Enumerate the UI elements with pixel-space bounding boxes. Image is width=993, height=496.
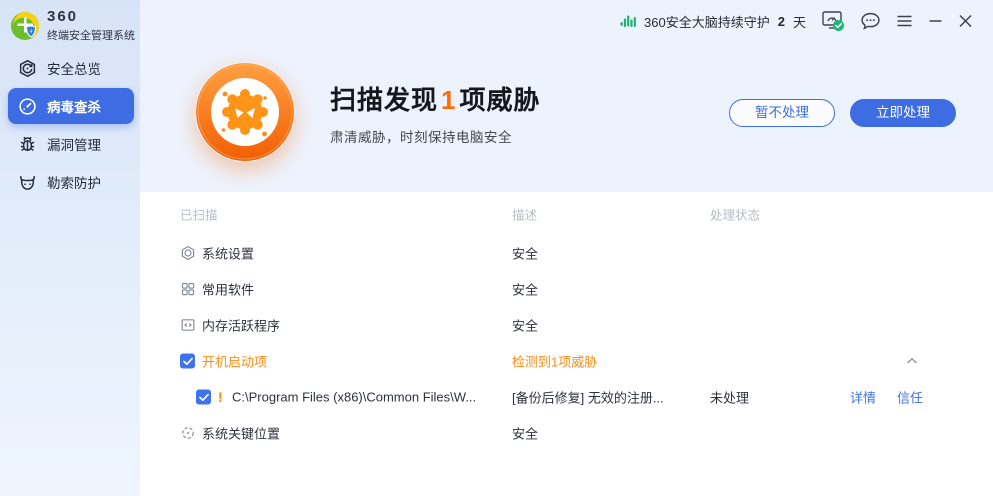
collapse-chevron-up-icon[interactable] xyxy=(906,357,918,365)
row-description: 安全 xyxy=(512,244,538,263)
ransomware-mask-icon xyxy=(18,173,37,192)
memory-process-icon xyxy=(180,317,196,333)
logo-icon xyxy=(10,11,40,41)
security-brain-status: 360安全大脑持续守护 2天 xyxy=(620,12,806,31)
title-suffix: 项威胁 xyxy=(459,85,540,115)
bug-icon xyxy=(18,135,37,154)
virus-scan-icon xyxy=(18,97,37,116)
protection-days: 2 xyxy=(778,14,785,29)
menu-icon[interactable] xyxy=(896,14,913,28)
hero-actions: 暂不处理 立即处理 xyxy=(729,99,956,127)
scan-result-title: 扫描发现1项威胁 xyxy=(330,80,541,117)
row-label[interactable]: 开机启动项 xyxy=(202,352,267,371)
system-settings-icon xyxy=(180,245,196,261)
sidebar-item-label: 勒索防护 xyxy=(47,172,101,192)
feedback-bubble-icon[interactable] xyxy=(860,11,881,31)
column-header-scanned: 已扫描 xyxy=(180,204,218,223)
table-row: 内存活跃程序 安全 xyxy=(140,307,993,343)
title-prefix: 扫描发现 xyxy=(330,85,438,115)
sidebar-item-label: 漏洞管理 xyxy=(47,134,101,154)
scan-results-table: 已扫描 描述 处理状态 系统设置 安全 xyxy=(140,192,993,496)
row-description: 检测到1项威胁 xyxy=(512,352,597,371)
threat-emblem-icon xyxy=(195,62,295,162)
threat-item-checkbox[interactable] xyxy=(196,390,211,405)
row-description: 安全 xyxy=(512,424,538,443)
sidebar-item-overview[interactable]: 安全总览 xyxy=(8,50,134,86)
startup-items-checkbox[interactable] xyxy=(180,354,195,369)
scan-result-subtitle: 肃清威胁，时刻保持电脑安全 xyxy=(330,126,512,146)
sidebar-item-ransomware[interactable]: 勒索防护 xyxy=(8,164,134,200)
table-header: 已扫描 描述 处理状态 xyxy=(140,192,993,235)
sidebar-item-virus-scan[interactable]: 病毒查杀 xyxy=(8,88,134,124)
table-row-threat-item: ! C:\Program Files (x86)\Common Files\W.… xyxy=(140,379,993,415)
row-label: 系统关键位置 xyxy=(202,424,280,443)
security-overview-icon xyxy=(18,59,37,78)
sidebar-nav: 安全总览 病毒查杀 xyxy=(0,50,140,200)
table-row: 系统设置 安全 xyxy=(140,235,993,271)
system-critical-location-icon xyxy=(180,425,196,441)
close-icon[interactable] xyxy=(958,14,973,28)
sidebar: 360 终端安全管理系统 安全总览 xyxy=(0,0,140,496)
common-software-icon xyxy=(180,281,196,297)
table-row-threat-category: 开机启动项 检测到1项威胁 xyxy=(140,343,993,379)
handle-now-button[interactable]: 立即处理 xyxy=(850,99,956,127)
threat-status: 未处理 xyxy=(710,388,749,407)
main-content: 360安全大脑持续守护 2天 xyxy=(140,0,993,496)
device-check-icon[interactable] xyxy=(821,10,845,32)
sidebar-item-label: 病毒查杀 xyxy=(47,96,101,116)
protection-text: 360安全大脑持续守护 xyxy=(644,12,770,31)
app-window: 360 终端安全管理系统 安全总览 xyxy=(0,0,993,496)
detail-link[interactable]: 详情 xyxy=(850,388,876,407)
sidebar-item-vulnerability[interactable]: 漏洞管理 xyxy=(8,126,134,162)
trust-link[interactable]: 信任 xyxy=(897,388,923,407)
logo-title: 360 xyxy=(47,9,135,24)
column-header-description: 描述 xyxy=(512,204,537,223)
row-label: 内存活跃程序 xyxy=(202,316,280,335)
column-header-status: 处理状态 xyxy=(710,204,760,223)
logo-text: 360 终端安全管理系统 xyxy=(47,9,135,43)
threat-description: [备份后修复] 无效的注册... xyxy=(512,388,664,407)
app-logo: 360 终端安全管理系统 xyxy=(0,0,140,43)
scan-summary-section: 360安全大脑持续守护 2天 xyxy=(140,0,993,192)
ignore-button[interactable]: 暂不处理 xyxy=(729,99,835,127)
titlebar: 360安全大脑持续守护 2天 xyxy=(620,0,993,42)
protection-unit: 天 xyxy=(793,12,806,31)
row-description: 安全 xyxy=(512,280,538,299)
threat-file-path: C:\Program Files (x86)\Common Files\W... xyxy=(232,390,476,405)
brain-wave-icon xyxy=(620,13,637,29)
table-row: 系统关键位置 安全 xyxy=(140,415,993,451)
row-label: 系统设置 xyxy=(202,244,254,263)
threat-actions: 详情 信任 xyxy=(850,388,923,407)
logo-subtitle: 终端安全管理系统 xyxy=(47,27,135,43)
threat-count: 1 xyxy=(441,85,456,115)
row-label: 常用软件 xyxy=(202,280,254,299)
table-row: 常用软件 安全 xyxy=(140,271,993,307)
row-description: 安全 xyxy=(512,316,538,335)
warning-exclamation-icon: ! xyxy=(218,389,223,405)
minimize-icon[interactable] xyxy=(928,14,943,28)
sidebar-item-label: 安全总览 xyxy=(47,58,101,78)
